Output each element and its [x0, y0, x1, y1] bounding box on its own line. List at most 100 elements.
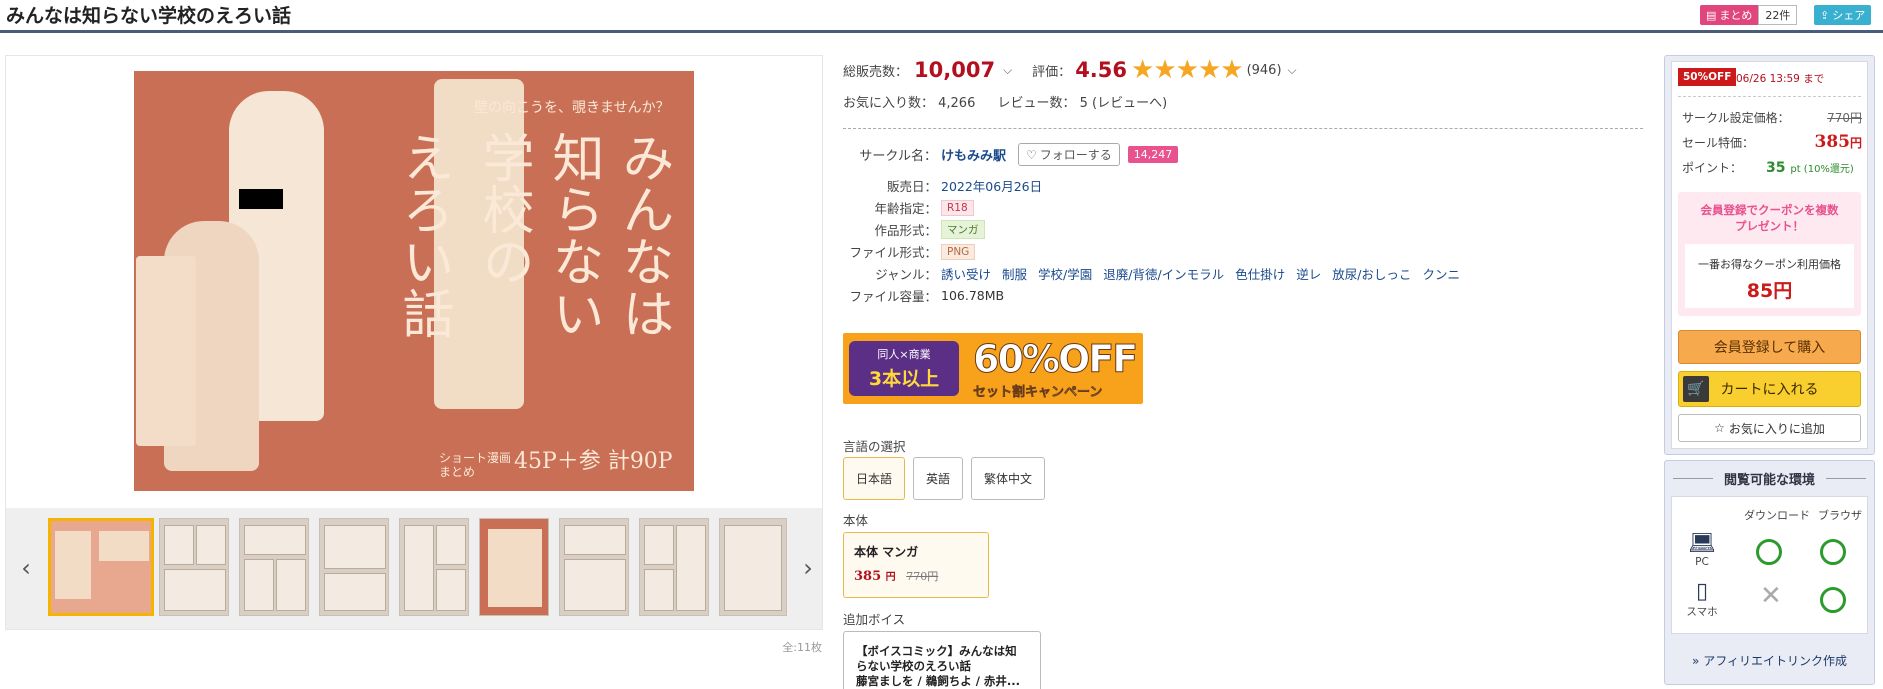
thumbnail-2[interactable]	[159, 518, 229, 616]
coupon-box[interactable]: 会員登録でクーポンを複数 プレゼント！ 一番お得なクーポン利用価格 85円	[1678, 192, 1861, 316]
spec-size: ファイル容量： 106.78MB	[849, 288, 1005, 304]
language-label: 言語の選択	[843, 439, 906, 454]
release-date[interactable]: 2022年06月26日	[941, 176, 1042, 195]
pc-icon: 💻︎	[1688, 531, 1716, 556]
cover-boxes	[136, 256, 196, 446]
file-format-tag: PNG	[941, 243, 976, 260]
genre-link[interactable]: 誘い受け	[941, 264, 991, 283]
stats-line: 総販売数： 10,007 ⌵ 評価： 4.56 ★★★★★ (946) ⌵	[843, 55, 1643, 85]
campaign-banner[interactable]: 同人×商業 3本以上 60%OFF セット割キャンペーン	[843, 333, 1143, 404]
purchase-box: 50%OFF 06/26 13:59 まで サークル設定価格： 770円 セール特…	[1664, 55, 1875, 455]
add-to-cart-button[interactable]: 🛒 カートに入れる	[1678, 371, 1861, 407]
affiliate-link[interactable]: » アフィリエイトリンク作成	[1671, 652, 1868, 669]
spec-circle: サークル名： けもみみ駅 ♡ フォローする 14,247	[843, 143, 1179, 166]
thumbnail-5[interactable]	[399, 518, 469, 616]
sale-price-row: セール特価： 385円	[1682, 132, 1862, 152]
genre-link[interactable]: 退廃/背徳/インモラル	[1103, 264, 1224, 283]
thumbnail-8[interactable]	[639, 518, 709, 616]
rating-stars-icon: ★★★★★	[1131, 55, 1244, 85]
purchase-inner: 50%OFF 06/26 13:59 まで サークル設定価格： 770円 セール特…	[1671, 61, 1868, 449]
banner-badge: 同人×商業 3本以上	[849, 341, 959, 396]
add-favorite-button[interactable]: ☆ お気に入りに追加	[1678, 414, 1861, 442]
rating-chevron-down-icon[interactable]: ⌵	[1288, 63, 1297, 78]
page-title: みんなは知らない学校のえろい話	[6, 5, 292, 27]
thumbnail-4[interactable]	[319, 518, 389, 616]
genre-link[interactable]: クンニ	[1422, 264, 1460, 283]
thumbnail-strip: ‹ ›	[6, 508, 822, 629]
language-japanese-button[interactable]: 日本語	[843, 457, 905, 500]
phone-browser-available-icon	[1820, 587, 1846, 613]
point-row: ポイント： 35 pt (10%還元)	[1682, 159, 1854, 176]
cover-tagline: 壁の向こうを、覗きませんか？	[474, 100, 670, 116]
thumbnail-6[interactable]	[479, 518, 549, 616]
spec-date: 販売日： 2022年06月26日	[843, 176, 1042, 195]
thumbnail-3[interactable]	[239, 518, 309, 616]
rating-value: 4.56	[1075, 58, 1128, 82]
voice-label: 追加ボイス	[843, 612, 906, 627]
device-phone: ▯ スマホ	[1680, 579, 1724, 619]
environment-table: ダウンロード ブラウザ 💻︎ PC ▯ スマホ ✕	[1671, 496, 1868, 634]
edition-orig-price: 770円	[906, 570, 939, 583]
divider	[843, 128, 1643, 129]
spec-format: 作品形式： マンガ	[843, 220, 985, 239]
review-link[interactable]: レビュー数： 5 (レビューへ)	[998, 96, 1168, 111]
cover-title-col-4: えろい話	[393, 131, 453, 339]
format-tag[interactable]: マンガ	[941, 220, 985, 239]
chevron-down-icon[interactable]: ⌵	[1003, 63, 1012, 78]
device-pc: 💻︎ PC	[1680, 531, 1724, 568]
genre-link[interactable]: 放尿/おしっこ	[1332, 264, 1411, 283]
set-price-row: サークル設定価格： 770円	[1682, 111, 1862, 125]
heart-icon: ♡	[1026, 147, 1037, 162]
thumbnail-7[interactable]	[559, 518, 629, 616]
point-value: 35 pt (10%還元)	[1766, 159, 1854, 176]
banner-percent: 60%OFF	[972, 337, 1138, 382]
thumbnail-1[interactable]	[48, 518, 154, 616]
genre-link[interactable]: 逆レ	[1296, 264, 1321, 283]
follow-button[interactable]: ♡ フォローする	[1018, 143, 1120, 166]
fav-review-line: お気に入り数： 4,266 レビュー数： 5 (レビューへ)	[843, 92, 1643, 111]
coupon-message: 会員登録でクーポンを複数 プレゼント！	[1700, 203, 1839, 233]
col-browser: ブラウザ	[1818, 509, 1862, 522]
edition-option[interactable]: 本体 マンガ 385 円 770円	[843, 532, 989, 598]
genre-link[interactable]: 学校/学園	[1038, 264, 1092, 283]
share-button[interactable]: ⇪ シェア	[1814, 5, 1872, 25]
member-purchase-button[interactable]: 会員登録して購入	[1678, 330, 1861, 364]
circle-link[interactable]: けもみみ駅	[941, 145, 1006, 164]
voice-title: 【ボイスコミック】みんなは知らない学校のえろい話	[856, 644, 1017, 673]
voice-cast: 藤宮ましを / 鵜飼ちよ / 赤井...	[856, 674, 1021, 688]
discount-badge: 50%OFF	[1678, 68, 1737, 86]
spec-genre: ジャンル： 誘い受け 制服 学校/学園 退廃/背徳/インモラル 色仕掛け 逆レ …	[843, 264, 1471, 283]
phone-download-unavailable-icon: ✕	[1760, 581, 1782, 611]
spec-table: サークル名： けもみみ駅 ♡ フォローする 14,247 販売日： 2022年06…	[843, 139, 1643, 304]
matome-count: 22件	[1758, 5, 1798, 25]
environment-box: 閲覧可能な環境 ダウンロード ブラウザ 💻︎ PC ▯ スマホ ✕ » アフィリ…	[1664, 460, 1875, 685]
genre-link[interactable]: 色仕掛け	[1235, 264, 1285, 283]
environment-title: 閲覧可能な環境	[1665, 469, 1874, 488]
thumb-prev-button[interactable]: ‹	[12, 548, 40, 588]
cover-title-col-2: 知らない	[543, 131, 603, 339]
col-download: ダウンロード	[1744, 509, 1810, 522]
product-info: 総販売数： 10,007 ⌵ 評価： 4.56 ★★★★★ (946) ⌵ お気…	[843, 55, 1643, 304]
chevron-left-icon: ‹	[21, 554, 31, 582]
title-bar: みんなは知らない学校のえろい話 ▤ まとめ 22件 ⇪ シェア	[0, 0, 1883, 33]
thumbnail-9[interactable]	[719, 518, 787, 616]
follow-count: 14,247	[1127, 146, 1179, 163]
thumb-next-button[interactable]: ›	[794, 548, 822, 588]
pc-browser-available-icon	[1820, 539, 1846, 565]
main-cover-image[interactable]: 壁の向こうを、覗きませんか？ みんなは 知らない 学校の えろい話 ショート漫画…	[134, 71, 694, 491]
divider	[1678, 96, 1861, 97]
star-icon: ☆	[1714, 421, 1725, 435]
cover-bottom-pages: 45P＋参 計90P	[514, 449, 673, 474]
spec-age: 年齢指定： R18	[843, 198, 974, 217]
file-size: 106.78MB	[941, 288, 1005, 303]
banner-subtitle: セット割キャンペーン	[973, 385, 1103, 401]
cart-icon: 🛒	[1683, 376, 1709, 402]
phone-icon: ▯	[1695, 579, 1709, 604]
matome-button[interactable]: ▤ まとめ 22件	[1700, 5, 1798, 25]
sale-price: 385円	[1814, 132, 1862, 152]
voice-option[interactable]: 【ボイスコミック】みんなは知らない学校のえろい話 藤宮ましを / 鵜飼ちよ / …	[843, 631, 1041, 689]
language-chinese-button[interactable]: 繁体中文	[971, 457, 1045, 500]
age-tag[interactable]: R18	[941, 199, 974, 216]
language-english-button[interactable]: 英語	[913, 457, 963, 500]
genre-link[interactable]: 制服	[1002, 264, 1027, 283]
